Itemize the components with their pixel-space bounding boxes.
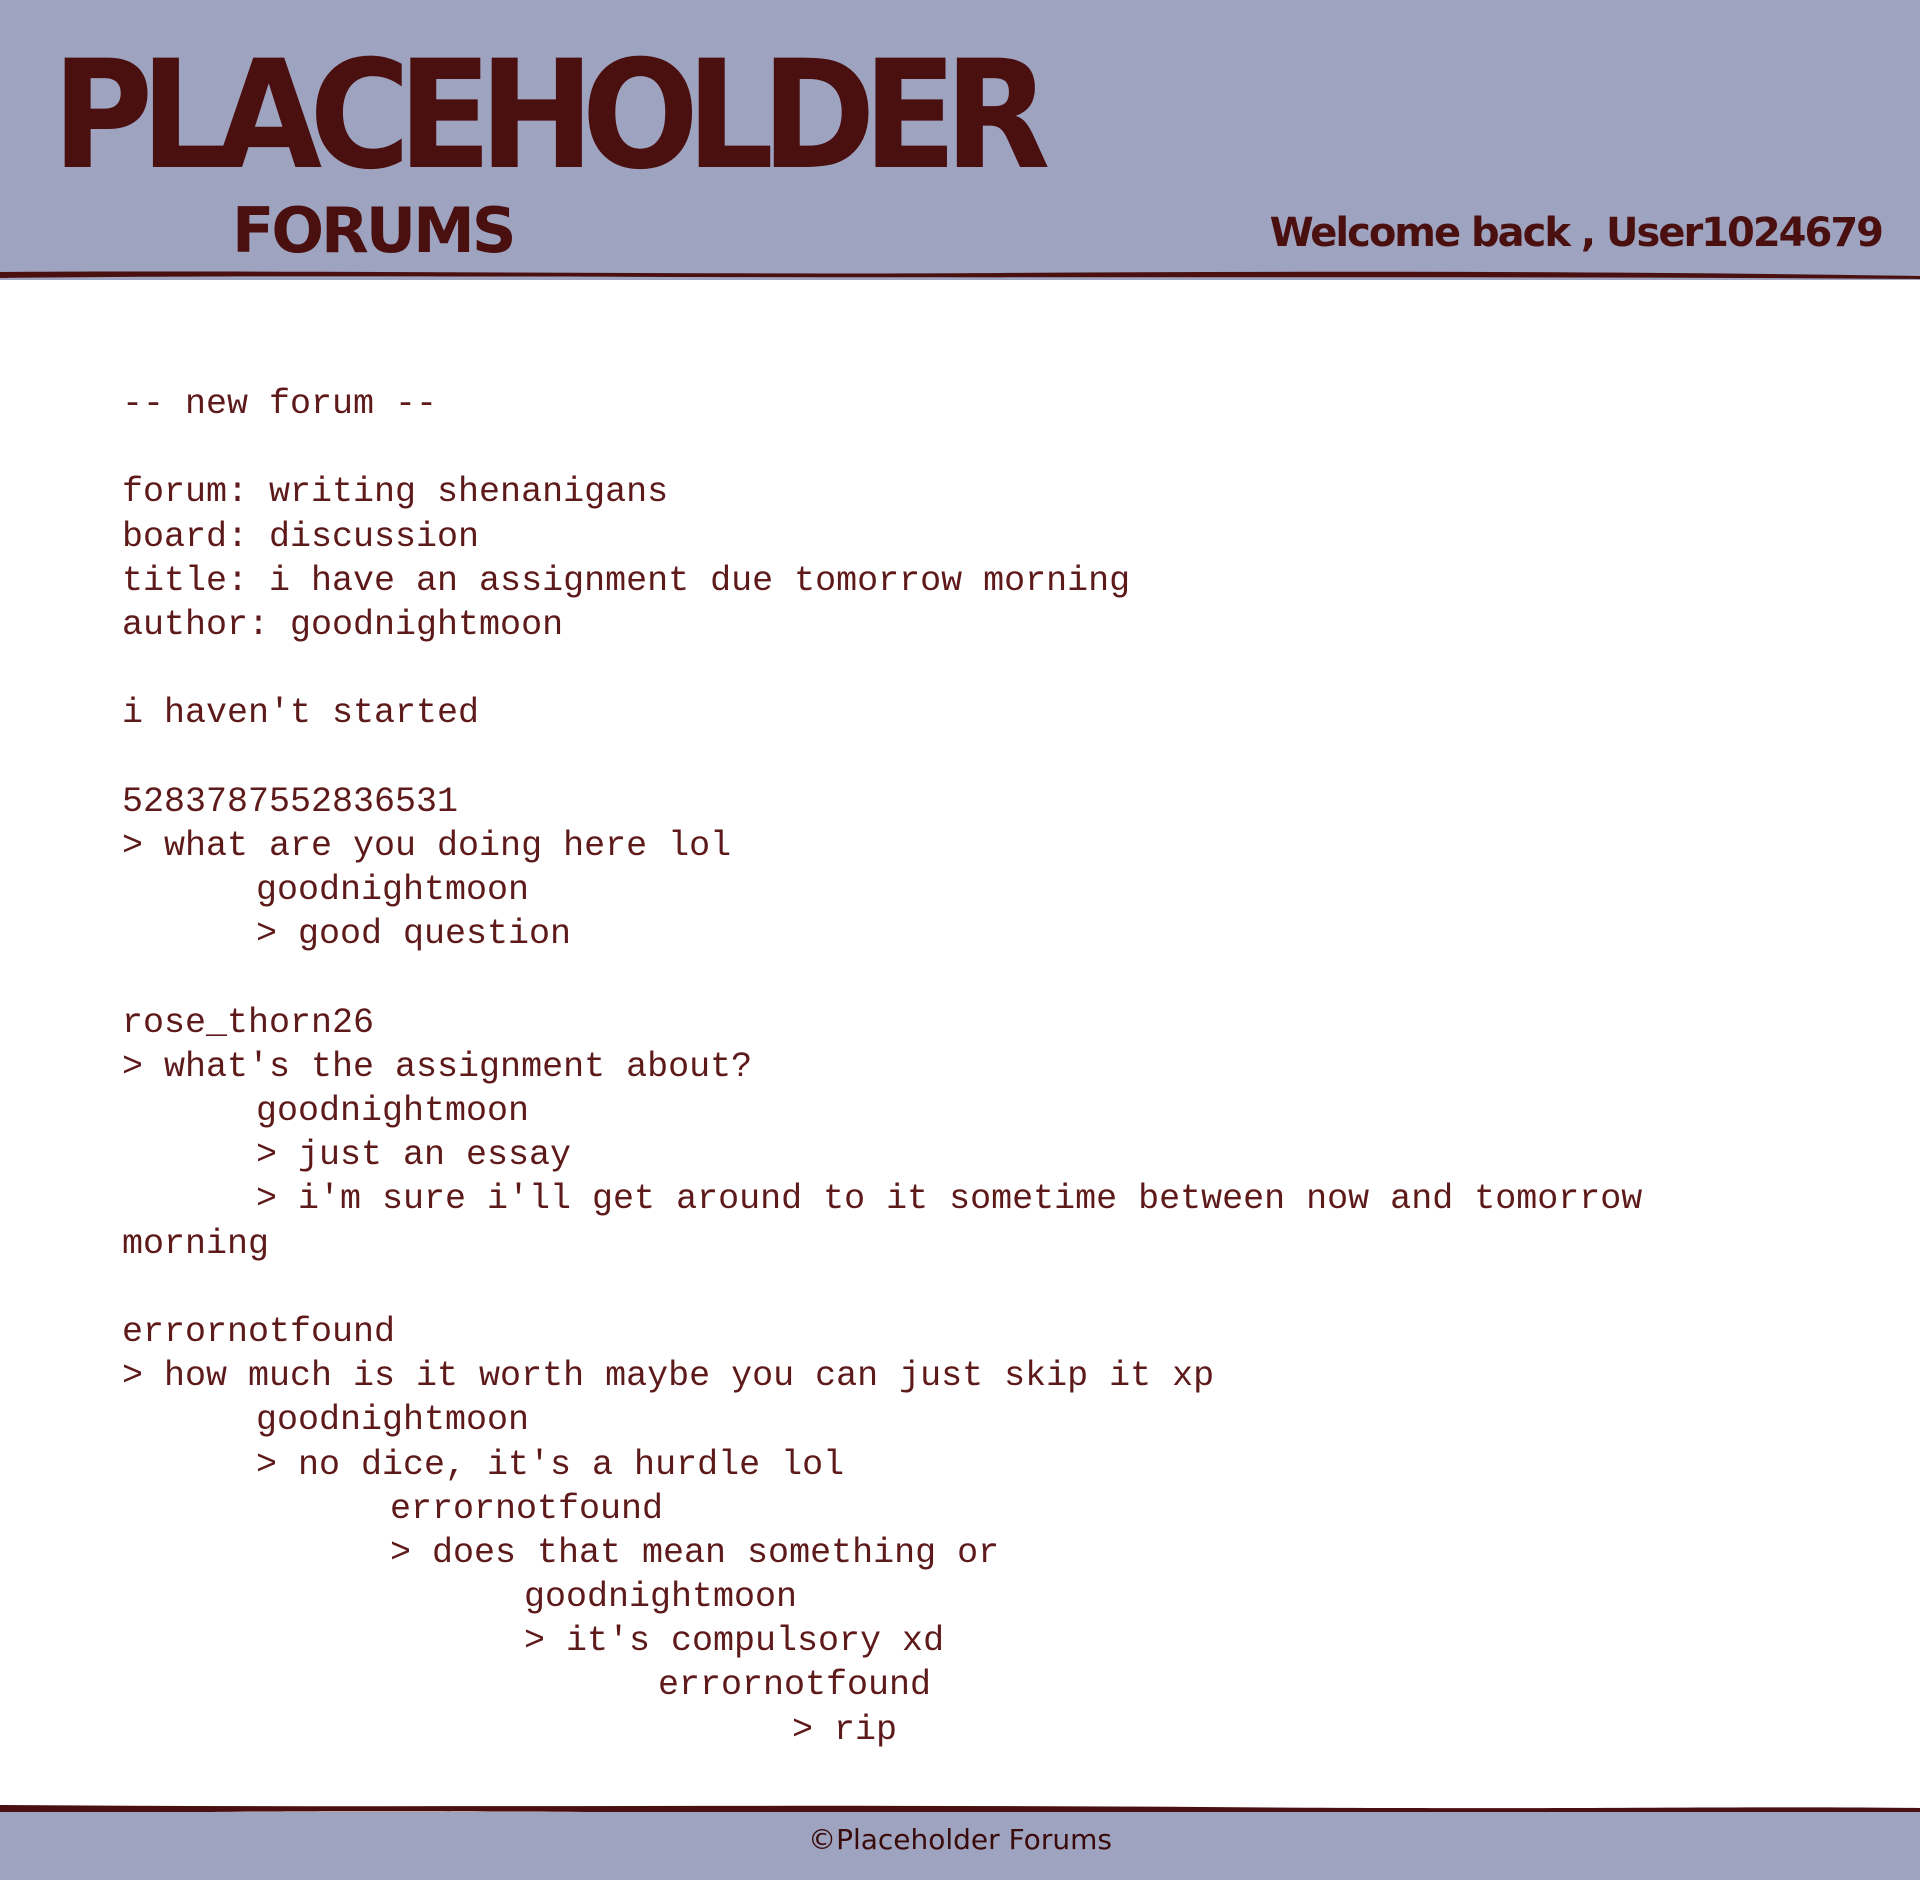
comment-thread: 5283787552836531 > what are you doing he… xyxy=(122,780,1822,957)
comment-message: > what are you doing here lol xyxy=(122,825,732,866)
reply-message: > does that mean something or xyxy=(390,1532,1000,1573)
reply-username[interactable]: goodnightmoon xyxy=(122,1575,1822,1619)
reply-username[interactable]: errornotfound xyxy=(122,1663,1822,1707)
post-title: title: i have an assignment due tomorrow… xyxy=(122,560,1131,601)
forum-post: -- new forum -- forum: writing shenaniga… xyxy=(122,382,1822,1752)
reply-username[interactable]: goodnightmoon xyxy=(122,1089,1822,1133)
post-forum: forum: writing shenanigans xyxy=(122,472,669,513)
site-header: PLACEHOLDER FORUMS Welcome back , User10… xyxy=(0,0,1920,280)
comment-username[interactable]: 5283787552836531 xyxy=(122,780,1822,824)
reply-message: > no dice, it's a hurdle lol xyxy=(256,1444,845,1485)
comment-message: > how much is it worth maybe you can jus… xyxy=(122,1356,1215,1397)
reply-message: > i'm sure i'll get around to it sometim… xyxy=(256,1179,1643,1220)
post-author: author: goodnightmoon xyxy=(122,604,564,645)
reply-username[interactable]: errornotfound xyxy=(122,1487,1822,1531)
logo-subtitle: FORUMS xyxy=(232,194,516,267)
comment-message: > what's the assignment about? xyxy=(122,1046,753,1087)
post-board: board: discussion xyxy=(122,516,480,557)
reply-message: > it's compulsory xd xyxy=(524,1621,945,1662)
site-logo[interactable]: PLACEHOLDER FORUMS xyxy=(52,36,1050,267)
reply-message-wrap: morning xyxy=(122,1223,270,1264)
comment-username[interactable]: errornotfound xyxy=(122,1310,1822,1354)
post-body: i haven't started xyxy=(122,693,480,734)
reply-username[interactable]: goodnightmoon xyxy=(122,1398,1822,1442)
logo-title: PLACEHOLDER xyxy=(52,29,1050,203)
comment-thread: rose_thorn26 > what's the assignment abo… xyxy=(122,1001,1822,1266)
welcome-message: Welcome back , User1024679 xyxy=(1269,210,1884,256)
comment-thread: errornotfound > how much is it worth may… xyxy=(122,1310,1822,1752)
header-divider xyxy=(0,271,1920,279)
comment-username[interactable]: rose_thorn26 xyxy=(122,1001,1822,1045)
post-heading: -- new forum -- xyxy=(122,384,438,424)
reply-message: > good question xyxy=(256,914,572,955)
reply-message: > just an essay xyxy=(256,1135,572,1176)
reply-message: > rip xyxy=(792,1709,898,1750)
reply-username[interactable]: goodnightmoon xyxy=(122,868,1822,912)
copyright-notice: ©Placeholder Forums xyxy=(808,1823,1112,1856)
